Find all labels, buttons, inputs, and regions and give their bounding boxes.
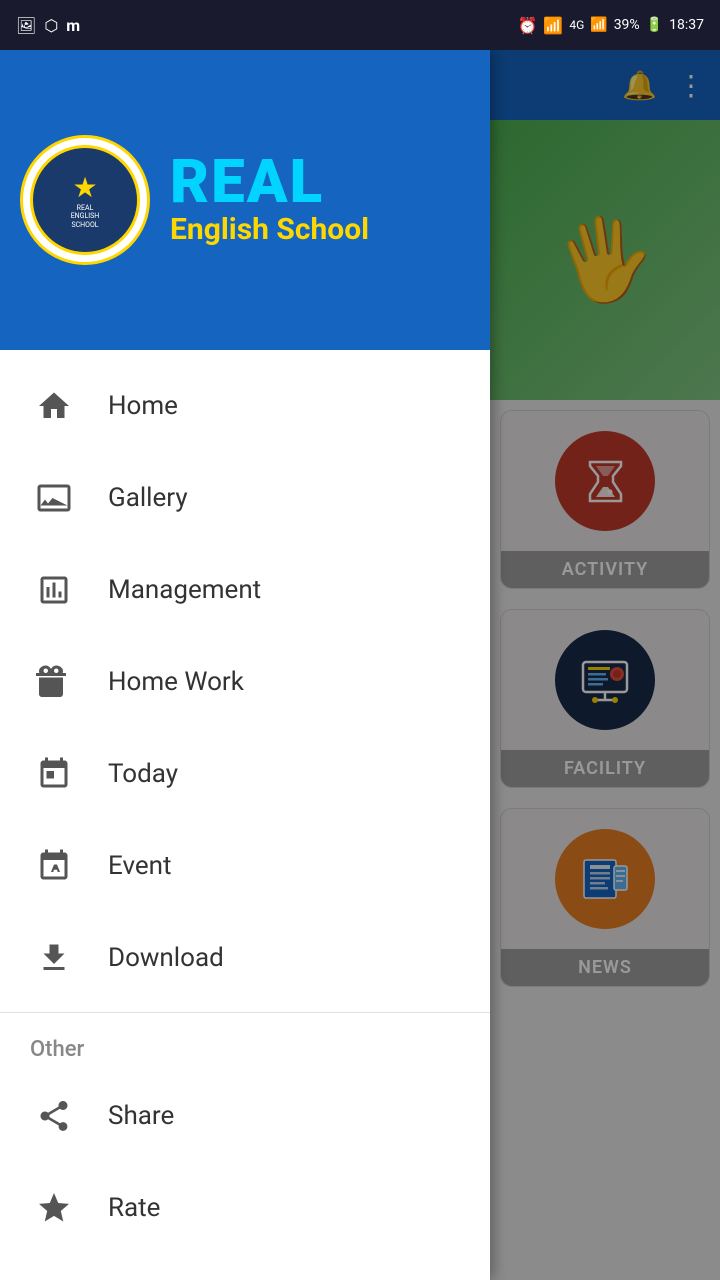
main-layout: 🔔 ⋮ 🖐 <box>0 50 720 1280</box>
event-icon <box>30 842 78 890</box>
management-label: Management <box>108 575 261 605</box>
navigation-drawer: ★ REALENGLISHSCHOOL REAL English School … <box>0 50 490 1280</box>
nav-item-share[interactable]: Share <box>0 1070 490 1162</box>
event-label: Event <box>108 851 172 881</box>
logo-star-icon: ★ <box>72 171 97 204</box>
logo-inner: ★ REALENGLISHSCHOOL <box>30 145 140 255</box>
download-label: Download <box>108 943 224 973</box>
school-name-english: English School <box>170 212 369 248</box>
status-bar-right: ⏰ 📶 4G 📶 39% 🔋 18:37 <box>517 16 704 35</box>
home-icon <box>30 382 78 430</box>
nav-item-today[interactable]: Today <box>0 728 490 820</box>
clock: 18:37 <box>669 17 704 33</box>
school-title: REAL English School <box>170 152 369 248</box>
drawer-header: ★ REALENGLISHSCHOOL REAL English School <box>0 50 490 350</box>
today-label: Today <box>108 759 178 789</box>
status-bar: 🖼 ⬡ m ⏰ 📶 4G 📶 39% 🔋 18:37 <box>0 0 720 50</box>
alarm-icon: ⏰ <box>517 16 537 35</box>
nav-item-download[interactable]: Download <box>0 912 490 1004</box>
battery-icon: 🔋 <box>646 17 663 33</box>
school-name-real: REAL <box>170 152 369 212</box>
signal-bars: 📶 <box>590 17 607 33</box>
nav-item-management[interactable]: Management <box>0 544 490 636</box>
share-label: Share <box>108 1101 174 1131</box>
nav-item-rate[interactable]: Rate <box>0 1162 490 1254</box>
management-icon <box>30 566 78 614</box>
today-icon <box>30 750 78 798</box>
logo-text: REALENGLISHSCHOOL <box>71 204 100 229</box>
nav-item-home[interactable]: Home <box>0 360 490 452</box>
download-icon <box>30 934 78 982</box>
drawer-scrim[interactable] <box>490 50 720 1280</box>
status-bar-left: 🖼 ⬡ m <box>16 16 80 35</box>
gallery-status-icon: 🖼 <box>16 16 36 35</box>
battery-percent: 39% <box>614 17 640 33</box>
share-icon <box>30 1092 78 1140</box>
m-icon: m <box>66 16 80 35</box>
nav-item-event[interactable]: Event <box>0 820 490 912</box>
school-logo: ★ REALENGLISHSCHOOL <box>20 135 150 265</box>
signal-4g: 4G <box>569 18 584 32</box>
nav-item-gallery[interactable]: Gallery <box>0 452 490 544</box>
other-section-label: Other <box>0 1021 490 1070</box>
nav-item-contact[interactable]: Contact Us <box>0 1254 490 1280</box>
nav-divider <box>0 1012 490 1013</box>
rate-label: Rate <box>108 1193 160 1223</box>
bluetooth-icon: ⬡ <box>44 16 58 35</box>
wifi-icon: 📶 <box>543 16 563 35</box>
rate-star-icon <box>30 1184 78 1232</box>
nav-item-homework[interactable]: Home Work <box>0 636 490 728</box>
nav-list: Home Gallery Management <box>0 350 490 1280</box>
homework-icon <box>30 658 78 706</box>
homework-label: Home Work <box>108 667 244 697</box>
gallery-icon <box>30 474 78 522</box>
home-label: Home <box>108 391 178 421</box>
gallery-label: Gallery <box>108 483 188 513</box>
contact-icon <box>30 1276 78 1280</box>
